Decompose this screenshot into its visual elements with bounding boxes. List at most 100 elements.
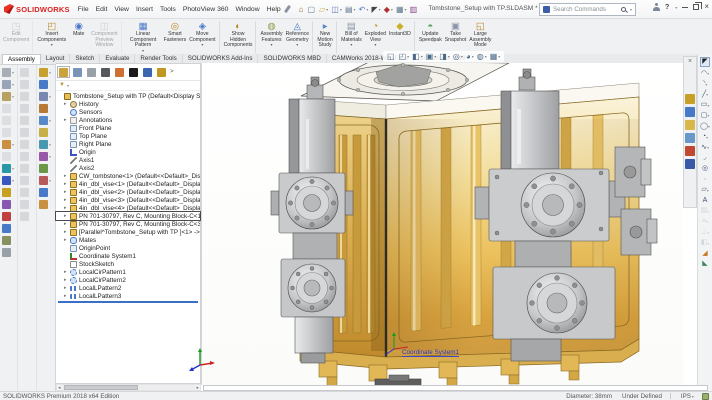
scrollbar-thumb[interactable] [64, 385, 138, 390]
camworks-tab[interactable] [155, 66, 168, 78]
dropdown-arrow-icon[interactable]: ▾ [49, 178, 51, 183]
ribbon-button[interactable]: ◓ Update Speedpak [418, 21, 443, 53]
sketch-tool-button[interactable]: ▢ ▾ [700, 112, 711, 120]
sketch-tool-button[interactable]: ▨ ▾ [700, 207, 711, 215]
search-commands-box[interactable]: Search Commands ▾ [539, 3, 636, 16]
dropdown-arrow-icon[interactable]: ▾ [391, 7, 393, 12]
tree-item[interactable]: ▸ [Parallel^Tombstone_Setup with TP ]<1>… [56, 228, 200, 236]
toolbar-button[interactable] [39, 128, 54, 137]
dropdown-arrow-icon[interactable]: ▾ [434, 54, 436, 59]
toolbar-button[interactable] [20, 116, 35, 125]
sketch-tool-button[interactable]: ◣ [701, 260, 708, 268]
toolbar-button[interactable]: ▾ [2, 80, 16, 89]
scrollbar-track[interactable] [62, 385, 196, 390]
unit-system-selector[interactable]: IPS [681, 393, 691, 400]
toolbar-button[interactable] [20, 140, 35, 149]
task-pane-close-icon[interactable]: × [688, 58, 692, 65]
dropdown-arrow-icon[interactable]: ▾ [498, 54, 500, 59]
ribbon-button[interactable]: ◱ Large Assembly Mode [468, 21, 492, 53]
filter-dropdown-icon[interactable]: ▾ [67, 83, 69, 88]
toolbar-button[interactable] [20, 128, 35, 137]
ribbon-button[interactable]: ◉ Mate [68, 21, 89, 53]
tree-item[interactable]: ▸ LocalCirPattern1 [56, 268, 200, 276]
menu-item[interactable]: File [78, 6, 89, 13]
new-document-icon[interactable]: ▢ [307, 5, 316, 14]
tree-item[interactable]: ▸ 4in_dbl_vise<3> (Default<<Default>_Dis… [56, 196, 200, 204]
scroll-right-icon[interactable]: ▸ [196, 385, 199, 391]
toolbar-button[interactable]: ▾ [39, 92, 54, 101]
hide-show-items-icon[interactable]: ◎ ▾ [453, 52, 463, 61]
toolbar-button[interactable] [20, 92, 35, 101]
propertymanager-tab[interactable] [71, 66, 84, 78]
filter-funnel-icon[interactable]: ▼ [59, 82, 65, 89]
toolbar-button[interactable] [20, 188, 35, 197]
view-palette-tab[interactable] [685, 133, 695, 143]
dropdown-arrow-icon[interactable]: ▾ [407, 54, 409, 59]
close-button[interactable]: × [704, 3, 709, 11]
search-dropdown-icon[interactable]: ▾ [630, 7, 632, 12]
login-icon[interactable] [653, 3, 660, 11]
search-input[interactable]: Search Commands [553, 6, 618, 13]
dropdown-arrow-icon[interactable]: ▾ [707, 188, 709, 193]
tree-item[interactable]: Sensors [56, 108, 200, 116]
dropdown-arrow-icon[interactable]: ▾ [707, 230, 709, 235]
custom-properties-tab[interactable] [685, 159, 695, 169]
menu-item[interactable]: Help [267, 6, 281, 13]
dropdown-arrow-icon[interactable]: ▾ [705, 82, 707, 87]
dropdown-arrow-icon[interactable]: ▾ [350, 43, 352, 47]
help-dropdown-icon[interactable]: ▾ [675, 5, 677, 10]
dropdown-arrow-icon[interactable]: ▾ [49, 118, 51, 123]
appearances-tab[interactable] [685, 146, 695, 156]
print-icon[interactable]: ▤ ▾ [345, 5, 356, 14]
toolbar-button[interactable]: ▾ [39, 68, 54, 77]
dropdown-arrow-icon[interactable]: ▾ [707, 145, 709, 150]
dropdown-arrow-icon[interactable]: ▾ [12, 166, 14, 171]
save-icon[interactable]: ◫ ▾ [331, 5, 342, 14]
dropdown-arrow-icon[interactable]: ▾ [461, 54, 463, 59]
dropdown-arrow-icon[interactable]: ▾ [12, 82, 14, 87]
configuration-tab[interactable] [85, 66, 98, 78]
design-library-tab[interactable] [685, 107, 695, 117]
tree-item[interactable]: ▸ 4in_dbl_vise<4> (Default<<Default>_Dis… [56, 204, 200, 212]
tree-item[interactable]: ▸ Mates [56, 236, 200, 244]
dropdown-arrow-icon[interactable]: ▾ [12, 178, 14, 183]
scroll-left-icon[interactable]: ◂ [58, 385, 61, 391]
toolbar-button[interactable] [39, 164, 54, 173]
tree-item[interactable]: Origin [56, 148, 200, 156]
fm-tab-overflow-icon[interactable]: > [170, 69, 174, 75]
pin-icon[interactable] [284, 5, 291, 13]
dropdown-arrow-icon[interactable]: ▾ [49, 142, 51, 147]
toolbar-button[interactable]: ▾ [39, 140, 54, 149]
dropdown-arrow-icon[interactable]: ▾ [51, 43, 53, 47]
file-explorer-tab[interactable] [685, 120, 695, 130]
tree-horizontal-scrollbar[interactable]: ◂ ▸ [56, 384, 201, 391]
tree-item[interactable]: Tombstone_Setup with TP (Default<Display… [56, 92, 200, 100]
toolbar-button[interactable]: ▾ [2, 92, 16, 101]
toolbar-button[interactable] [20, 104, 35, 113]
tree-item[interactable]: ▸ 4in_dbl_vise<1> (Default<<Default>_Dis… [56, 180, 200, 188]
tree-item[interactable]: OriginPoint [56, 244, 200, 252]
view-orientation-icon[interactable]: ▣ ▾ [426, 52, 437, 61]
toolbar-button[interactable] [20, 152, 35, 161]
dropdown-arrow-icon[interactable]: ▾ [707, 113, 709, 118]
toolbar-button[interactable] [2, 152, 16, 161]
apply-scene-icon[interactable]: ◍ ▾ [477, 52, 487, 61]
toolbar-button[interactable] [39, 80, 54, 89]
unit-dropdown-icon[interactable]: ▾ [692, 394, 694, 399]
dropdown-arrow-icon[interactable]: ▾ [706, 92, 708, 97]
dropdown-arrow-icon[interactable]: ▾ [296, 43, 298, 47]
toolbar-button[interactable] [39, 104, 54, 113]
sketch-tool-button[interactable]: ◯ ▾ [699, 123, 711, 131]
ribbon-button[interactable]: ▤ Bill of Materials ▾ [340, 21, 363, 53]
dropdown-arrow-icon[interactable]: ▾ [374, 43, 376, 47]
sketch-tool-button[interactable]: ⊥ ▾ [700, 229, 710, 237]
toolbar-button[interactable]: ▾ [39, 116, 54, 125]
dropdown-arrow-icon[interactable]: ▾ [49, 154, 51, 159]
ribbon-button[interactable]: ▣ Take Snapshot [444, 21, 468, 53]
dropdown-arrow-icon[interactable]: ▾ [707, 241, 709, 246]
tree-item[interactable]: ▸ LocalCirPattern2 [56, 276, 200, 284]
sketch-tool-button[interactable]: ◔ ▾ [701, 133, 709, 141]
tree-item[interactable]: Right Plane [56, 140, 200, 148]
dropdown-arrow-icon[interactable]: ▾ [270, 43, 272, 47]
sketch-tool-button[interactable]: ◞ [703, 154, 708, 162]
